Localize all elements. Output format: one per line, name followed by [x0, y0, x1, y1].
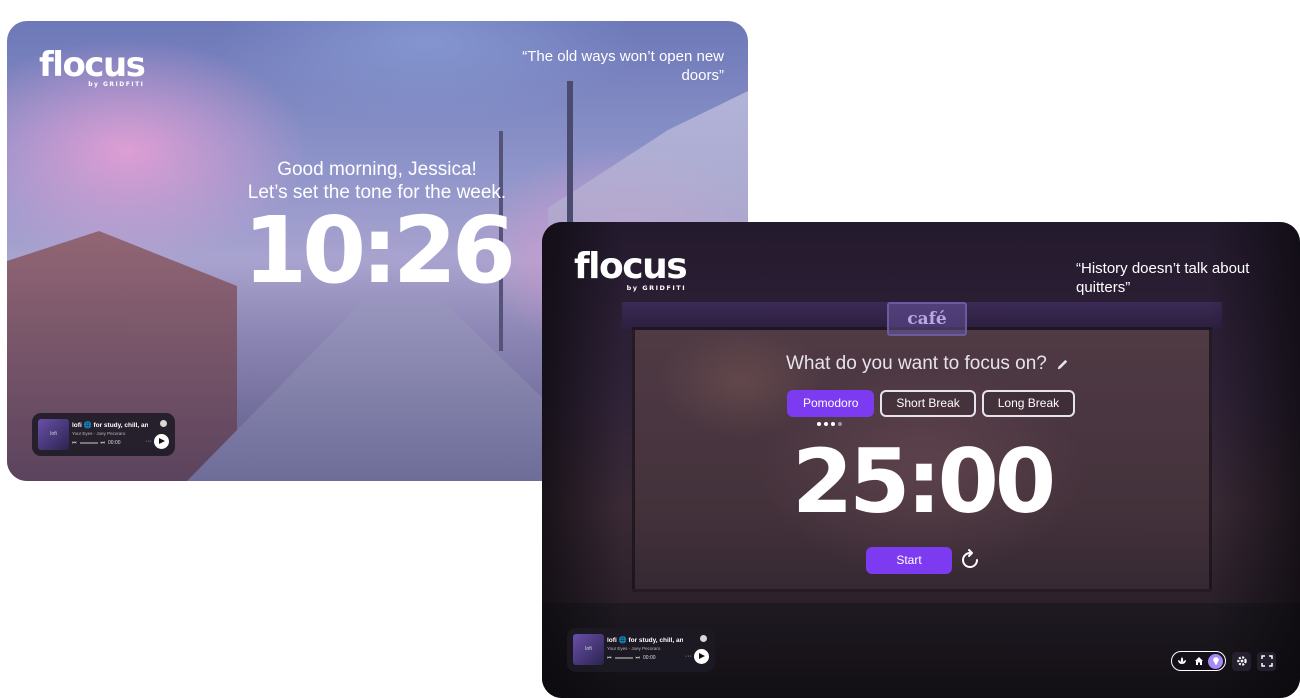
mode-tabs: Pomodoro Short Break Long Break [787, 390, 1076, 417]
spotify-icon[interactable] [160, 420, 167, 427]
previous-icon[interactable]: ⏮ [72, 440, 77, 446]
play-button[interactable] [694, 649, 709, 664]
focus-prompt-text: What do you want to focus on? [786, 353, 1047, 374]
quote-text: “The old ways won’t open new doors” [522, 48, 724, 84]
track-time: 00:00 [108, 440, 121, 446]
album-art: lofi [38, 419, 69, 450]
player-controls: ⏮ ⏭ 00:00 [72, 440, 121, 446]
brand-wordmark: flocus [39, 45, 146, 85]
previous-icon[interactable]: ⏮ [607, 655, 612, 661]
player-controls: ⏮ ⏭ 00:00 [607, 655, 656, 661]
more-icon[interactable]: ··· [145, 438, 152, 445]
settings-button[interactable] [1232, 651, 1251, 671]
timer: 25:00 [791, 430, 1056, 533]
lotus-icon[interactable] [1174, 654, 1189, 669]
music-player: lofi lofi 🌐 for study, chill, and Your E… [567, 628, 715, 672]
fullscreen-icon [1260, 655, 1273, 667]
session-dots [817, 422, 842, 426]
fullscreen-button[interactable] [1257, 651, 1276, 671]
toolbar [1171, 651, 1276, 671]
tab-pomodoro[interactable]: Pomodoro [787, 390, 875, 417]
session-dot [824, 422, 828, 426]
music-player: lofi lofi 🌐 for study, chill, and Your E… [32, 413, 175, 456]
background-shade [542, 222, 622, 698]
track-title[interactable]: lofi 🌐 for study, chill, and [72, 421, 148, 429]
reset-icon[interactable] [958, 548, 982, 572]
brand-logo[interactable]: flocus by GRIDFITI [574, 246, 688, 293]
next-icon[interactable]: ⏭ [636, 655, 641, 661]
brand-wordmark: flocus [574, 246, 688, 287]
more-icon[interactable]: ··· [685, 653, 692, 660]
track-time: 00:00 [643, 655, 656, 661]
track-artist: Your Eyes - Joey Pecoraro [607, 646, 661, 651]
session-dot [831, 422, 835, 426]
session-dot [817, 422, 821, 426]
play-button[interactable] [154, 434, 169, 449]
start-button[interactable]: Start [866, 547, 952, 574]
session-dot [838, 422, 842, 426]
focus-prompt[interactable]: What do you want to focus on? [786, 353, 1070, 375]
bulb-icon[interactable] [1208, 653, 1223, 669]
focus-screen: café flocus by GRIDFITI “History doesn’t… [542, 222, 1300, 698]
scene-switcher [1171, 651, 1226, 671]
progress-bar[interactable] [614, 657, 633, 659]
gear-icon [1236, 656, 1247, 666]
track-artist: Your Eyes - Joey Pecoraro [72, 431, 126, 436]
brand-logo[interactable]: flocus by GRIDFITI [39, 45, 146, 88]
progress-bar[interactable] [79, 442, 98, 444]
clock: 10:26 [243, 197, 516, 304]
quote-text: “History doesn’t talk about quitters” [1076, 260, 1250, 296]
track-title[interactable]: lofi 🌐 for study, chill, and [607, 636, 683, 644]
tab-short-break[interactable]: Short Break [880, 390, 976, 417]
greeting-line: Good morning, Jessica! [277, 159, 477, 180]
home-icon[interactable] [1191, 654, 1206, 669]
next-icon[interactable]: ⏭ [101, 440, 106, 446]
spotify-icon[interactable] [700, 635, 707, 642]
cafe-sign: café [887, 302, 967, 336]
album-art: lofi [573, 634, 604, 665]
pencil-icon[interactable] [1055, 357, 1070, 372]
tab-long-break[interactable]: Long Break [981, 390, 1076, 417]
stage: flocus by GRIDFITI “The old ways won’t o… [0, 0, 1300, 698]
